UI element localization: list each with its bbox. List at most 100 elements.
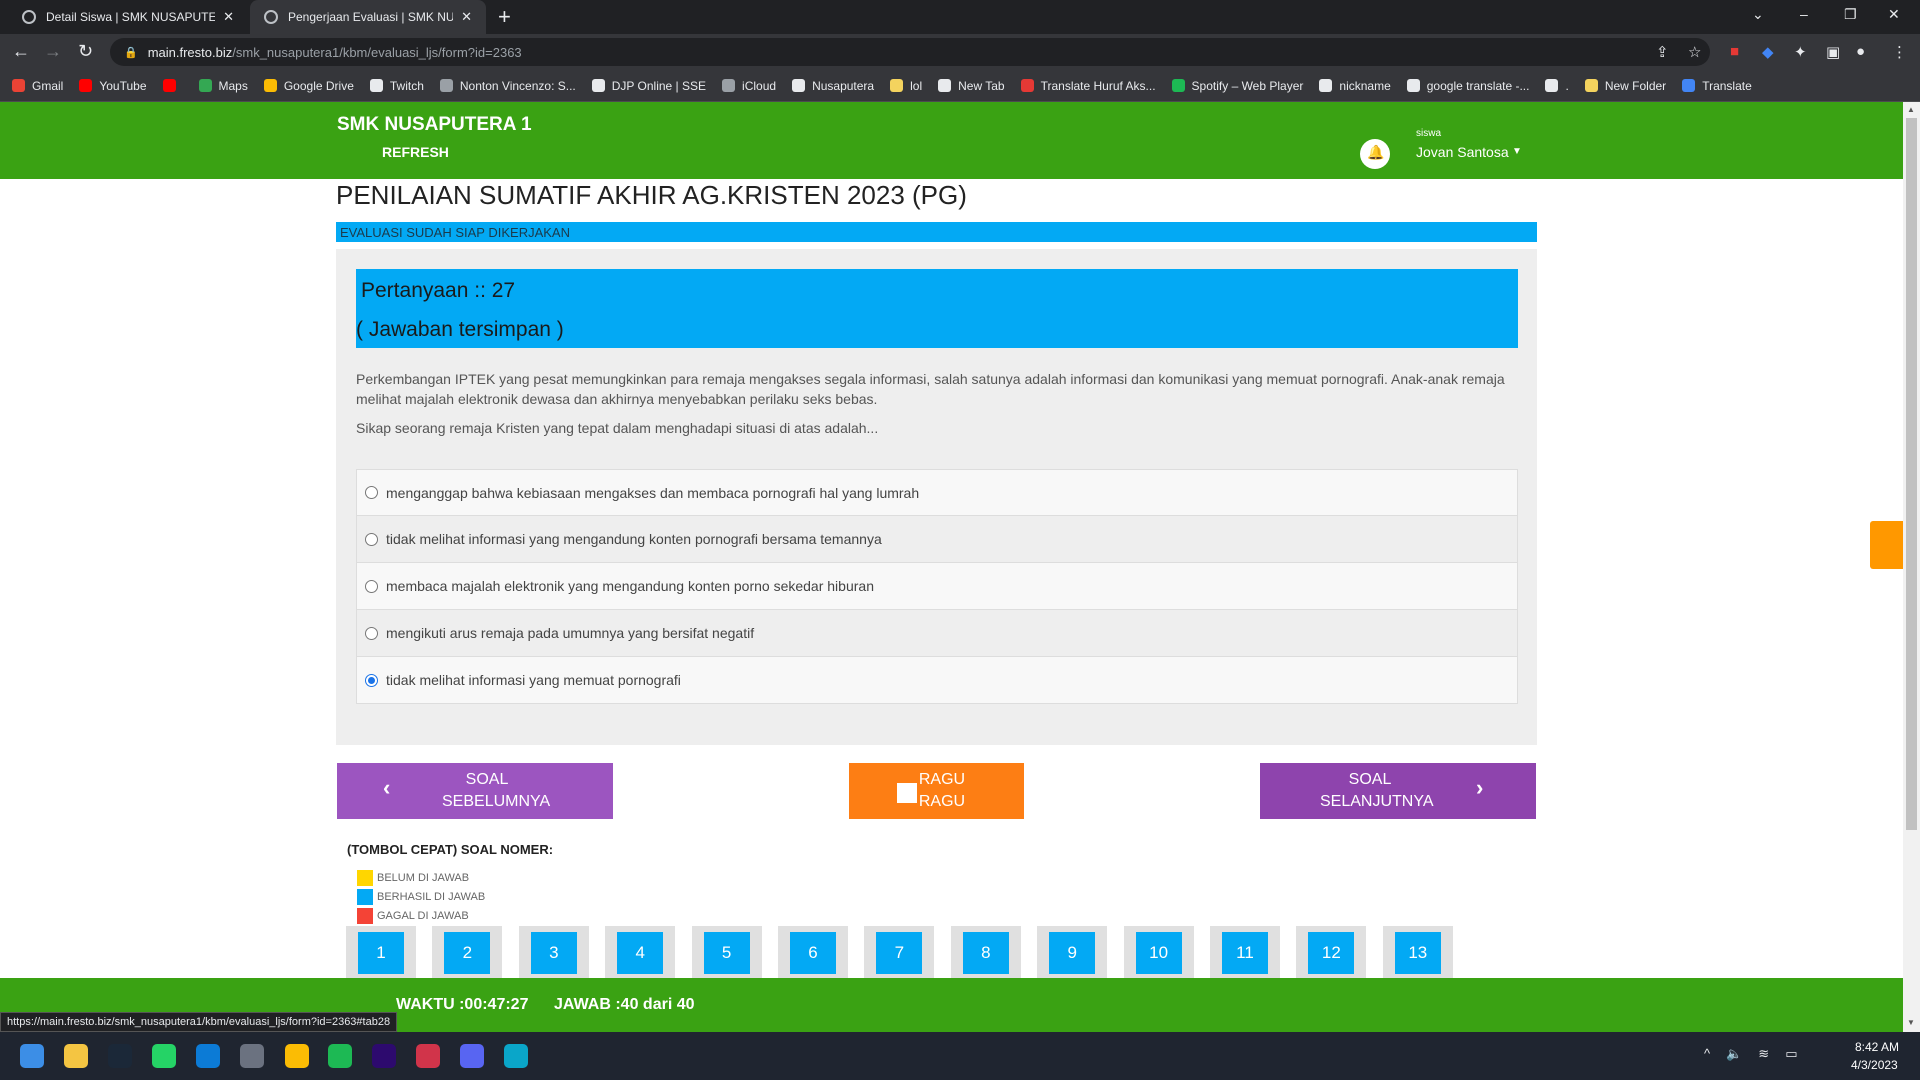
close-tab-icon[interactable]: ✕ [223,9,234,25]
sidebar-icon[interactable]: ▣ [1826,43,1840,61]
answer-radio[interactable] [365,626,378,640]
extension-icon[interactable]: ◆ [1762,43,1774,61]
answer-option[interactable]: menganggap bahwa kebiasaan mengakses dan… [356,469,1518,516]
close-tab-icon[interactable]: ✕ [461,9,472,25]
question-panel: Pertanyaan :: 27 ( Jawaban tersimpan ) P… [336,249,1537,745]
chevron-down-icon[interactable]: ⌄ [1752,6,1764,23]
question-number-button[interactable]: 5 [703,932,750,974]
question-number-button[interactable]: 10 [1135,932,1182,974]
question-number-button[interactable]: 3 [530,932,577,974]
clock-time[interactable]: 8:42 AM [1855,1040,1899,1054]
bookmark-item[interactable]: Maps [198,79,248,93]
bookmark-item[interactable]: YouTube [79,79,147,93]
discord-icon[interactable] [460,1044,484,1068]
valorant-icon[interactable] [416,1044,440,1068]
scroll-thumb[interactable] [1906,118,1917,830]
edge-icon[interactable] [196,1044,220,1068]
bookmark-item[interactable]: lol [890,79,922,93]
quick-jump-cell: 9 [1037,926,1108,981]
next-question-button[interactable]: SOAL SELANJUTNYA › [1260,763,1536,819]
windows-start-icon[interactable] [20,1044,44,1068]
bookmark-item[interactable]: Translate [1682,79,1752,93]
question-number-button[interactable]: 13 [1394,932,1441,974]
question-number-button[interactable]: 11 [1222,932,1268,974]
question-number-button[interactable]: 4 [617,932,664,974]
bookmark-item[interactable]: Gmail [12,79,63,93]
menu-dots-icon[interactable]: ⋮ [1892,43,1907,61]
answer-radio[interactable] [365,486,378,499]
refresh-link[interactable]: REFRESH [382,144,449,160]
battery-icon[interactable]: ▭ [1785,1046,1797,1062]
bookmark-item[interactable] [162,79,183,92]
extension-icon[interactable]: ■ [1730,43,1739,60]
site-brand[interactable]: SMK NUSAPUTERA 1 [337,114,532,136]
spotify-icon[interactable] [328,1044,352,1068]
bookmark-item[interactable]: iCloud [722,79,776,93]
bookmark-icon [591,79,605,92]
bookmark-item[interactable]: Translate Huruf Aks... [1020,79,1156,93]
answer-radio[interactable] [365,673,378,687]
answer-radio[interactable] [365,579,378,593]
question-number-button[interactable]: 12 [1308,932,1355,974]
reload-icon[interactable]: ↻ [78,41,93,62]
answer-option[interactable]: mengikuti arus remaja pada umumnya yang … [356,610,1518,657]
whatsapp-icon[interactable] [152,1044,176,1068]
wifi-icon[interactable]: ≋ [1758,1046,1769,1062]
clock-date[interactable]: 4/3/2023 [1851,1058,1898,1072]
restore-icon[interactable]: ❐ [1844,6,1857,23]
epic-games-icon[interactable] [240,1044,264,1068]
minimize-icon[interactable]: – [1800,6,1808,22]
bookmark-item[interactable]: Nonton Vincenzo: S... [439,79,576,93]
caret-down-icon[interactable]: ▼ [1512,146,1522,157]
bookmark-label: nickname [1339,78,1391,93]
app-icon[interactable] [504,1044,528,1068]
bookmark-item[interactable]: DJP Online | SSE [591,79,706,93]
bookmark-label: Gmail [32,78,64,93]
bookmark-item[interactable]: google translate -... [1406,79,1529,93]
tab-pengerjaan-evaluasi[interactable]: Pengerjaan Evaluasi | SMK NUSA ✕ [250,0,486,34]
profile-avatar-icon[interactable]: ● [1856,43,1865,60]
back-icon[interactable]: ← [12,41,30,62]
scroll-down-icon[interactable]: ▼ [1907,1018,1915,1027]
chrome-icon[interactable] [285,1044,309,1068]
forward-icon[interactable]: → [44,41,62,62]
chevron-up-icon[interactable]: ^ [1704,1046,1710,1062]
notification-bell-icon[interactable]: 🔔 [1360,139,1390,169]
premiere-pro-icon[interactable] [372,1044,396,1068]
new-tab-icon[interactable]: + [498,4,511,30]
bookmark-item[interactable]: Spotify – Web Player [1171,79,1303,93]
question-number-button[interactable]: 8 [962,932,1009,974]
answer-option[interactable]: tidak melihat informasi yang mengandung … [356,516,1518,563]
bookmark-item[interactable]: nickname [1319,78,1391,93]
bookmark-item[interactable]: Twitch [369,79,424,93]
tab-detail-siswa[interactable]: Detail Siswa | SMK NUSAPUTERA ✕ [8,0,248,34]
page-scrollbar[interactable]: ▲ ▼ [1903,102,1920,1032]
question-number-button[interactable]: 6 [790,932,836,974]
bookmark-item[interactable]: Google Drive [263,79,354,93]
close-window-icon[interactable]: ✕ [1888,6,1900,23]
answer-option[interactable]: membaca majalah elektronik yang mengandu… [356,563,1518,610]
speaker-icon[interactable]: 🔈 [1726,1046,1742,1062]
bookmark-item[interactable]: . [1545,79,1569,93]
question-number-button[interactable]: 1 [358,932,404,974]
side-panel-tab[interactable] [1870,521,1903,569]
bookmark-item[interactable]: Nusaputera [792,79,874,93]
answer-radio[interactable] [365,532,378,546]
answer-option[interactable]: tidak melihat informasi yang memuat porn… [356,657,1518,704]
bookmark-item[interactable]: New Tab [938,79,1005,93]
scroll-up-icon[interactable]: ▲ [1907,105,1915,114]
steam-icon[interactable] [108,1044,132,1068]
bookmark-item[interactable]: New Folder [1584,79,1666,93]
ragu-ragu-toggle[interactable]: RAGU RAGU [849,763,1024,819]
puzzle-icon[interactable]: ✦ [1794,43,1807,61]
address-bar[interactable]: 🔒 main.fresto.biz /smk_nusaputera1/kbm/e… [110,38,1710,66]
previous-question-button[interactable]: ‹ SOAL SEBELUMNYA [337,763,613,819]
question-number-button[interactable]: 2 [444,932,491,974]
file-explorer-icon[interactable] [64,1044,88,1068]
question-number-button[interactable]: 9 [1049,932,1096,974]
user-menu[interactable]: Jovan Santosa [1416,144,1509,160]
star-icon[interactable]: ☆ [1688,43,1701,61]
share-icon[interactable]: ⇪ [1656,43,1669,61]
question-number-button[interactable]: 7 [876,932,923,974]
ragu-checkbox[interactable] [897,783,917,803]
